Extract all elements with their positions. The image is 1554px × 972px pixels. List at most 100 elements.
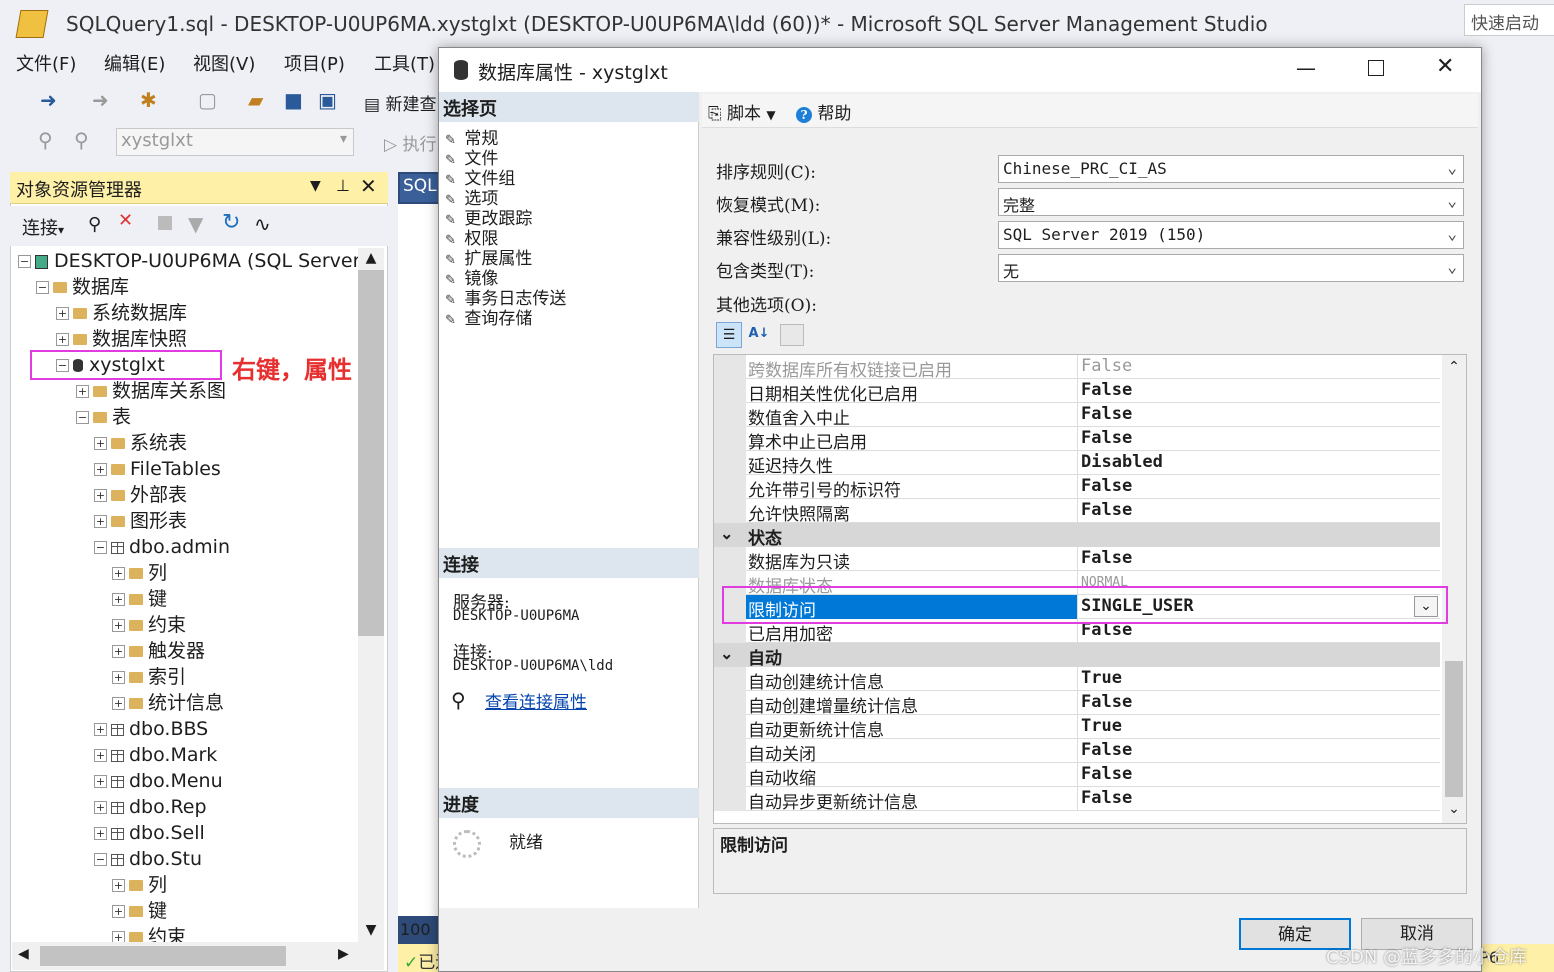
- save-all-icon[interactable]: ▣: [318, 88, 337, 112]
- tree-node-triggers[interactable]: + 触发器: [112, 638, 205, 664]
- tree-node-dbo-sell[interactable]: + dbo.Sell: [94, 820, 205, 846]
- tree-node-server[interactable]: − DESKTOP-U0UP6MA (SQL Server 1!: [18, 248, 372, 274]
- grid-row[interactable]: 算术中止已启用 False: [714, 427, 1440, 453]
- connect-icon[interactable]: ⚲: [38, 128, 53, 152]
- tree-node-keys[interactable]: + 键: [112, 898, 167, 924]
- database-select[interactable]: xystglxt ▾: [116, 128, 354, 156]
- help-button[interactable]: ? 帮助: [796, 99, 851, 124]
- property-pages-icon[interactable]: [780, 324, 804, 346]
- close-icon[interactable]: ✕: [360, 174, 377, 198]
- new-query-button[interactable]: ▤ 新建查: [364, 90, 436, 115]
- recovery-model-select[interactable]: 完整 ⌄: [998, 188, 1464, 216]
- collapse-icon[interactable]: −: [18, 255, 31, 268]
- execute-button[interactable]: ▷ 执行: [384, 130, 436, 155]
- scrollbar-thumb[interactable]: [1445, 661, 1463, 797]
- scroll-down-icon[interactable]: ▼: [358, 922, 384, 938]
- collapse-chevron-icon[interactable]: ⌄: [720, 644, 733, 663]
- collapse-icon[interactable]: −: [94, 541, 107, 554]
- menu-tools[interactable]: 工具(T): [374, 50, 435, 76]
- change-connection-icon[interactable]: ⚲: [74, 128, 89, 152]
- tree-node-tables[interactable]: − 表: [76, 404, 131, 430]
- collapse-chevron-icon[interactable]: ⌄: [720, 524, 733, 543]
- scroll-down-icon[interactable]: ⌄: [1442, 801, 1466, 817]
- grid-row[interactable]: 数值舍入中止 False: [714, 403, 1440, 429]
- expand-icon[interactable]: +: [56, 333, 69, 346]
- editor-tab[interactable]: SQL: [400, 174, 440, 202]
- expand-icon[interactable]: +: [94, 489, 107, 502]
- page-query-store[interactable]: ✎ 查询存储: [445, 304, 532, 329]
- grid-row[interactable]: 自动关闭 False: [714, 739, 1440, 765]
- tree-node-external-tables[interactable]: + 外部表: [94, 482, 187, 508]
- grid-row[interactable]: 自动异步更新统计信息 False: [714, 787, 1440, 813]
- quick-launch-input[interactable]: 快速启动: [1464, 4, 1554, 36]
- close-icon[interactable]: ✕: [1436, 54, 1454, 79]
- menu-view[interactable]: 视图(V): [193, 50, 255, 76]
- grid-row[interactable]: 自动创建增量统计信息 False: [714, 691, 1440, 717]
- tree-node-db-diagrams[interactable]: + 数据库关系图: [76, 378, 226, 404]
- stop-icon[interactable]: [158, 216, 172, 230]
- minimize-icon[interactable]: —: [1296, 56, 1316, 80]
- expand-icon[interactable]: +: [94, 723, 107, 736]
- scroll-up-icon[interactable]: ⌃: [1442, 359, 1466, 375]
- script-button[interactable]: ⎘ 脚本 ▼: [708, 99, 776, 124]
- tree-horizontal-scrollbar[interactable]: ◀ ▶: [12, 942, 384, 970]
- expand-icon[interactable]: +: [112, 567, 125, 580]
- view-connection-properties-link[interactable]: 查看连接属性: [485, 688, 587, 713]
- alphabetical-sort-icon[interactable]: A↓: [746, 322, 772, 348]
- categorized-view-icon[interactable]: ☰: [716, 322, 742, 348]
- scroll-left-icon[interactable]: ◀: [18, 946, 29, 962]
- expand-icon[interactable]: +: [112, 931, 125, 942]
- back-icon[interactable]: ➜: [40, 88, 57, 112]
- menu-edit[interactable]: 编辑(E): [104, 50, 165, 76]
- tree-node-columns[interactable]: + 列: [112, 872, 167, 898]
- tree-node-filetables[interactable]: + FileTables: [94, 456, 221, 482]
- expand-icon[interactable]: +: [94, 437, 107, 450]
- zoom-level[interactable]: 100: [400, 920, 431, 939]
- tree-node-system-databases[interactable]: + 系统数据库: [56, 300, 187, 326]
- tree-node-system-tables[interactable]: + 系统表: [94, 430, 187, 456]
- expand-icon[interactable]: +: [112, 879, 125, 892]
- tree-node-graph-tables[interactable]: + 图形表: [94, 508, 187, 534]
- expand-icon[interactable]: +: [112, 619, 125, 632]
- tree-node-statistics[interactable]: + 统计信息: [112, 690, 224, 716]
- collation-select[interactable]: Chinese_PRC_CI_AS ⌄: [998, 155, 1464, 183]
- grid-row[interactable]: 自动更新统计信息 True: [714, 715, 1440, 741]
- refresh-icon[interactable]: ↻: [222, 210, 240, 235]
- maximize-icon[interactable]: [1368, 60, 1384, 76]
- disconnect-icon[interactable]: ✕: [118, 210, 133, 231]
- compatibility-level-select[interactable]: SQL Server 2019 (150) ⌄: [998, 221, 1464, 249]
- expand-icon[interactable]: +: [94, 749, 107, 762]
- tree-node-constraints[interactable]: + 约束: [112, 612, 186, 638]
- category-row-auto[interactable]: ⌄ 自动: [714, 643, 1440, 669]
- collapse-icon[interactable]: −: [94, 853, 107, 866]
- add-item-icon[interactable]: ▢: [198, 88, 217, 112]
- scrollbar-thumb[interactable]: [358, 270, 384, 636]
- expand-icon[interactable]: +: [56, 307, 69, 320]
- collapse-icon[interactable]: −: [76, 411, 89, 424]
- tree-node-dbo-stu[interactable]: − dbo.Stu: [94, 846, 202, 872]
- expand-icon[interactable]: +: [94, 827, 107, 840]
- containment-type-select[interactable]: 无 ⌄: [998, 254, 1464, 282]
- category-row-state[interactable]: ⌄ 状态: [714, 523, 1440, 549]
- tree-node-dbo-bbs[interactable]: + dbo.BBS: [94, 716, 208, 742]
- grid-row[interactable]: 跨数据库所有权链接已启用 False: [714, 355, 1440, 381]
- expand-icon[interactable]: +: [112, 697, 125, 710]
- filter-icon[interactable]: ▼: [188, 212, 203, 236]
- expand-icon[interactable]: +: [76, 385, 89, 398]
- tree-node-dbo-menu[interactable]: + dbo.Menu: [94, 768, 223, 794]
- grid-row[interactable]: 日期相关性优化已启用 False: [714, 379, 1440, 405]
- expand-icon[interactable]: +: [94, 515, 107, 528]
- tree-node-dbo-admin[interactable]: − dbo.admin: [94, 534, 230, 560]
- grid-row[interactable]: 允许带引号的标识符 False: [714, 475, 1440, 501]
- tree-node-indexes[interactable]: + 索引: [112, 664, 186, 690]
- tree-node-database-snapshots[interactable]: + 数据库快照: [56, 326, 187, 352]
- expand-icon[interactable]: +: [94, 463, 107, 476]
- save-icon[interactable]: ■: [284, 88, 303, 112]
- tree-node-dbo-rep[interactable]: + dbo.Rep: [94, 794, 207, 820]
- plug-icon[interactable]: ⚲: [88, 214, 101, 235]
- collapse-icon[interactable]: −: [36, 281, 49, 294]
- tree-node-keys[interactable]: + 键: [112, 586, 167, 612]
- tree-node-constraints[interactable]: + 约束: [112, 924, 186, 942]
- connect-dropdown[interactable]: 连接▾: [22, 214, 64, 240]
- scroll-up-icon[interactable]: ▲: [358, 250, 384, 266]
